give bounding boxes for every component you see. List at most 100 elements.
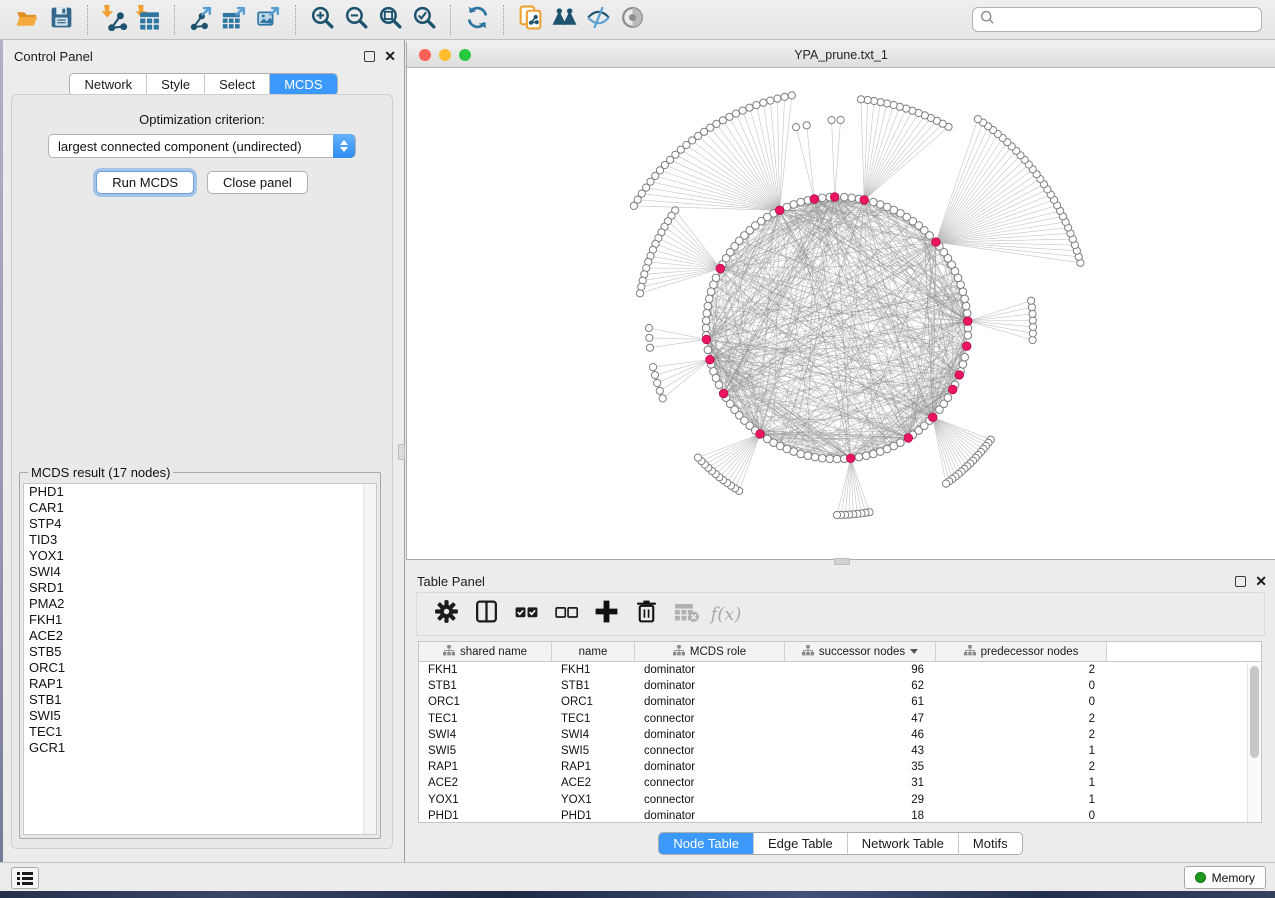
mcds-result-item[interactable]: PMA2 [24, 596, 376, 612]
node-table-header-row: shared namename MCDS role successor nodesp… [419, 642, 1261, 662]
memory-button[interactable]: Memory [1184, 866, 1266, 889]
close-window-icon[interactable] [419, 49, 431, 61]
cell-successor-nodes: 35 [785, 761, 936, 773]
export-image-button[interactable] [252, 4, 286, 36]
close-panel-icon[interactable]: ✕ [1255, 576, 1267, 587]
float-panel-icon[interactable] [1235, 576, 1246, 587]
tab-motifs[interactable]: Motifs [958, 833, 1022, 854]
mcds-result-item[interactable]: SRD1 [24, 580, 376, 596]
table-row[interactable]: SWI5SWI5connector431 [419, 743, 1261, 759]
control-panel-tabs: NetworkStyleSelectMCDS [3, 73, 404, 96]
tab-mcds[interactable]: MCDS [269, 74, 336, 95]
network-canvas[interactable] [407, 68, 1275, 559]
export-network-icon [188, 4, 215, 36]
refresh-button[interactable] [460, 4, 494, 36]
delete-column-button[interactable] [633, 601, 659, 627]
network-search-button[interactable] [547, 4, 581, 36]
search-input[interactable] [995, 10, 1261, 30]
zoom-fit-button[interactable] [373, 4, 407, 36]
mcds-result-item[interactable]: YOX1 [24, 548, 376, 564]
save-icon [48, 4, 75, 36]
import-network-button[interactable] [97, 4, 131, 36]
horizontal-splitter-handle[interactable] [834, 558, 850, 565]
table-row[interactable]: SWI4SWI4dominator462 [419, 727, 1261, 743]
birds-eye-view-button[interactable] [615, 4, 649, 36]
mcds-result-item[interactable]: SWI5 [24, 708, 376, 724]
run-mcds-button[interactable]: Run MCDS [96, 171, 194, 194]
close-panel-icon[interactable]: ✕ [384, 51, 396, 62]
table-panel: Table Panel ✕ f(x) shared namenameMCDS r… [406, 565, 1275, 862]
cell-MCDS-role: connector [635, 794, 785, 806]
open-file-button[interactable] [10, 4, 44, 36]
duplicate-network-button[interactable] [513, 4, 547, 36]
mcds-result-item[interactable]: STB5 [24, 644, 376, 660]
mcds-result-item[interactable]: TID3 [24, 532, 376, 548]
cell-predecessor-nodes: 0 [936, 810, 1107, 822]
mcds-result-item[interactable]: PHD1 [24, 484, 376, 500]
mcds-result-list[interactable]: PHD1CAR1STP4TID3YOX1SWI4SRD1PMA2FKH1ACE2… [23, 483, 377, 835]
save-button[interactable] [44, 4, 78, 36]
column-header-shared-name[interactable]: shared name [419, 642, 552, 661]
float-panel-icon[interactable] [364, 51, 375, 62]
import-table-button[interactable] [131, 4, 165, 36]
column-header-predecessor-nodes[interactable]: predecessor nodes [936, 642, 1107, 661]
table-scrollbar[interactable] [1247, 663, 1261, 822]
export-table-button[interactable] [218, 4, 252, 36]
task-history-button[interactable] [11, 867, 39, 889]
zoom-fit-icon [377, 4, 404, 36]
mcds-result-item[interactable]: GCR1 [24, 740, 376, 756]
cell-successor-nodes: 96 [785, 664, 936, 676]
network-search-field[interactable] [972, 7, 1262, 32]
application-window: Control Panel ✕ NetworkStyleSelectMCDS O… [0, 0, 1275, 898]
column-label: MCDS role [690, 646, 746, 658]
mcds-result-item[interactable]: ORC1 [24, 660, 376, 676]
mcds-result-item[interactable]: RAP1 [24, 676, 376, 692]
tab-select[interactable]: Select [204, 74, 269, 95]
zoom-out-button[interactable] [339, 4, 373, 36]
mcds-result-item[interactable]: CAR1 [24, 500, 376, 516]
mcds-result-item[interactable]: SWI4 [24, 564, 376, 580]
deselect-all-icon [553, 598, 580, 630]
mcds-list-scrollbar[interactable] [363, 484, 376, 834]
maximize-window-icon[interactable] [459, 49, 471, 61]
tab-network[interactable]: Network [70, 74, 146, 95]
mcds-result-item[interactable]: STP4 [24, 516, 376, 532]
mcds-result-item[interactable]: FKH1 [24, 612, 376, 628]
cell-successor-nodes: 43 [785, 745, 936, 757]
column-header-successor-nodes[interactable]: successor nodes [785, 642, 936, 661]
table-row[interactable]: ORC1ORC1dominator610 [419, 694, 1261, 710]
table-row[interactable]: TEC1TEC1connector472 [419, 711, 1261, 727]
mcds-result-item[interactable]: STB1 [24, 692, 376, 708]
column-header-MCDS-role[interactable]: MCDS role [635, 642, 785, 661]
table-row[interactable]: RAP1RAP1dominator352 [419, 759, 1261, 775]
deselect-all-button[interactable] [553, 601, 579, 627]
table-row[interactable]: FKH1FKH1dominator962 [419, 662, 1261, 678]
tab-node-table[interactable]: Node Table [659, 833, 753, 854]
settings-gear-button[interactable] [433, 601, 459, 627]
table-row[interactable]: PHD1PHD1dominator180 [419, 808, 1261, 823]
zoom-selected-button[interactable] [407, 4, 441, 36]
criterion-dropdown[interactable]: largest connected component (undirected) [48, 134, 356, 158]
export-network-button[interactable] [184, 4, 218, 36]
split-panel-button[interactable] [473, 601, 499, 627]
tab-network-table[interactable]: Network Table [847, 833, 958, 854]
table-row[interactable]: YOX1YOX1connector291 [419, 792, 1261, 808]
tab-edge-table[interactable]: Edge Table [753, 833, 847, 854]
close-panel-button[interactable]: Close panel [207, 171, 308, 194]
select-all-button[interactable] [513, 601, 539, 627]
table-scrollbar-thumb[interactable] [1250, 666, 1259, 758]
toggle-graphics-details-button[interactable] [581, 4, 615, 36]
mcds-result-item[interactable]: TEC1 [24, 724, 376, 740]
add-column-button[interactable] [593, 601, 619, 627]
minimize-window-icon[interactable] [439, 49, 451, 61]
column-header-name[interactable]: name [552, 642, 635, 661]
zoom-in-button[interactable] [305, 4, 339, 36]
vertical-splitter-handle[interactable] [398, 444, 405, 460]
network-window-titlebar[interactable]: YPA_prune.txt_1 [407, 42, 1275, 68]
mcds-result-item[interactable]: ACE2 [24, 628, 376, 644]
table-row[interactable]: STB1STB1dominator620 [419, 678, 1261, 694]
cell-name: YOX1 [552, 794, 635, 806]
tab-style[interactable]: Style [146, 74, 204, 95]
cell-predecessor-nodes: 2 [936, 713, 1107, 725]
table-row[interactable]: ACE2ACE2connector311 [419, 775, 1261, 791]
